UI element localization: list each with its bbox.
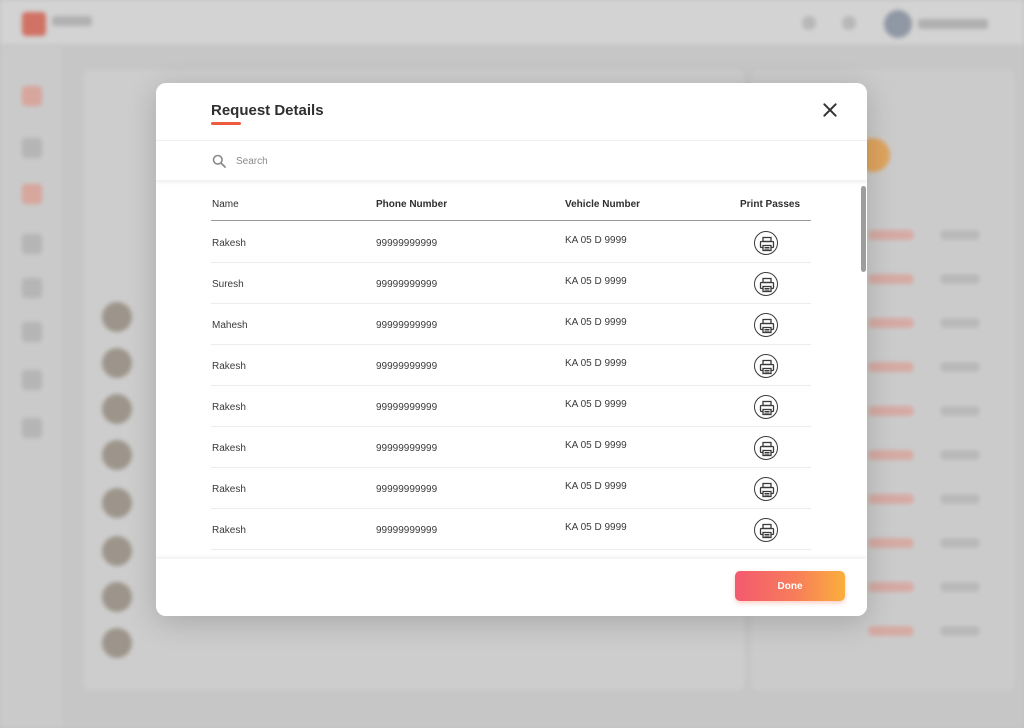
print-pass-button[interactable] [754,477,778,501]
table-row: Rakesh 99999999999 KA 05 D 9999 [211,345,811,386]
table-row: Rakesh 99999999999 KA 05 D 9999 [211,509,811,550]
table-row: Mahesh 99999999999 KA 05 D 9999 [211,304,811,345]
cell-name: Rakesh [212,443,246,454]
cell-phone: 99999999999 [376,402,438,413]
close-icon[interactable] [819,99,841,121]
table-row: Rakesh 99999999999 KA 05 D 9999 [211,427,811,468]
printer-icon [759,400,775,416]
column-header-phone: Phone Number [376,199,448,210]
scrollbar-thumb[interactable] [861,186,866,272]
done-button[interactable]: Done [735,571,845,601]
print-pass-button[interactable] [754,436,778,460]
table-row: Rakesh 99999999999 KA 05 D 9999 [211,222,811,263]
request-table: Name Phone Number Vehicle Number Print P… [156,183,867,559]
cell-phone: 99999999999 [376,443,438,454]
print-pass-button[interactable] [754,518,778,542]
cell-phone: 99999999999 [376,320,438,331]
table-row: Suresh 99999999999 KA 05 D 9999 [211,263,811,304]
printer-icon [759,359,775,375]
search-icon [212,154,226,168]
dialog-footer: Done [156,559,867,616]
cell-name: Suresh [212,279,244,290]
cell-phone: 99999999999 [376,279,438,290]
cell-phone: 99999999999 [376,361,438,372]
title-underline [211,122,241,125]
printer-icon [759,441,775,457]
cell-name: Rakesh [212,484,246,495]
column-header-name: Name [212,199,239,210]
cell-name: Mahesh [212,320,248,331]
print-pass-button[interactable] [754,313,778,337]
request-details-dialog: Request Details Name Phone Number Vehicl… [156,83,867,616]
cell-vehicle: KA 05 D 9999 [565,440,627,451]
dialog-title: Request Details [211,102,324,119]
print-pass-button[interactable] [754,395,778,419]
print-pass-button[interactable] [754,272,778,296]
column-header-print: Print Passes [740,199,801,210]
printer-icon [759,523,775,539]
print-pass-button[interactable] [754,354,778,378]
printer-icon [759,277,775,293]
cell-phone: 99999999999 [376,484,438,495]
cell-vehicle: KA 05 D 9999 [565,317,627,328]
cell-vehicle: KA 05 D 9999 [565,235,627,246]
cell-vehicle: KA 05 D 9999 [565,399,627,410]
column-header-vehicle: Vehicle Number [565,199,641,210]
search-bar [156,140,867,180]
cell-phone: 99999999999 [376,238,438,249]
cell-vehicle: KA 05 D 9999 [565,276,627,287]
printer-icon [759,318,775,334]
printer-icon [759,236,775,252]
cell-vehicle: KA 05 D 9999 [565,481,627,492]
printer-icon [759,482,775,498]
cell-phone: 99999999999 [376,525,438,536]
table-header: Name Phone Number Vehicle Number Print P… [211,197,811,221]
cell-name: Rakesh [212,525,246,536]
table-row: Rakesh 99999999999 KA 05 D 9999 [211,468,811,509]
cell-name: Rakesh [212,402,246,413]
cell-name: Rakesh [212,361,246,372]
cell-vehicle: KA 05 D 9999 [565,522,627,533]
cell-vehicle: KA 05 D 9999 [565,358,627,369]
table-row: Rakesh 99999999999 KA 05 D 9999 [211,386,811,427]
search-input[interactable] [236,152,636,170]
cell-name: Rakesh [212,238,246,249]
print-pass-button[interactable] [754,231,778,255]
